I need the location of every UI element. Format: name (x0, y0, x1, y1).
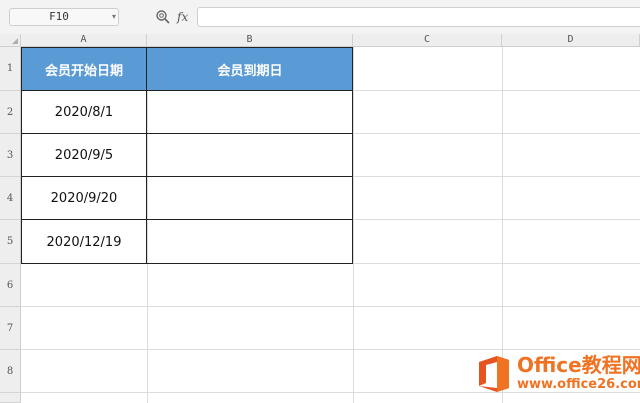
row-header-2[interactable]: 2 (0, 91, 21, 134)
name-box[interactable]: F10 ▾ (9, 8, 119, 26)
row-header-7[interactable]: 7 (0, 307, 21, 350)
row-header-6[interactable]: 6 (0, 264, 21, 307)
cell-b2[interactable] (147, 91, 353, 134)
chevron-down-icon[interactable]: ▾ (112, 9, 116, 25)
select-all-corner[interactable] (0, 34, 21, 47)
fx-icon[interactable]: fx (177, 8, 188, 26)
office-logo-icon (479, 356, 509, 392)
cell-a5[interactable]: 2020/12/19 (21, 220, 147, 264)
cell-b5[interactable] (147, 220, 353, 264)
column-header-a[interactable]: A (21, 34, 147, 47)
row-header-5[interactable]: 5 (0, 220, 21, 264)
column-header-b[interactable]: B (147, 34, 353, 47)
cell-b3[interactable] (147, 134, 353, 177)
table-border (21, 219, 353, 220)
table-border (146, 47, 147, 264)
cell-a4[interactable]: 2020/9/20 (21, 177, 147, 220)
cell-a1[interactable]: 会员开始日期 (21, 47, 147, 91)
row-header-4[interactable]: 4 (0, 177, 21, 220)
formula-input[interactable] (197, 7, 640, 27)
cell-b4[interactable] (147, 177, 353, 220)
row-header-8[interactable]: 8 (0, 350, 21, 393)
cell-b1[interactable]: 会员到期日 (147, 47, 353, 91)
column-header-d[interactable]: D (502, 34, 640, 47)
zoom-icon[interactable] (155, 9, 171, 25)
name-box-value: F10 (49, 10, 69, 23)
watermark-title: Office教程网 (517, 353, 640, 377)
column-header-c[interactable]: C (353, 34, 502, 47)
table-border (21, 176, 353, 177)
select-all-icon (12, 38, 18, 44)
watermark-url: www.office26.com (517, 377, 640, 392)
row-header-1[interactable]: 1 (0, 47, 21, 91)
cell-a2[interactable]: 2020/8/1 (21, 91, 147, 134)
watermark: Office教程网 www.office26.com (471, 352, 640, 398)
cell-a3[interactable]: 2020/9/5 (21, 134, 147, 177)
formula-bar: F10 ▾ fx (0, 0, 640, 35)
table-border (21, 133, 353, 134)
row-header-3[interactable]: 3 (0, 134, 21, 177)
table-border (21, 90, 353, 91)
row-header-9[interactable] (0, 393, 21, 403)
